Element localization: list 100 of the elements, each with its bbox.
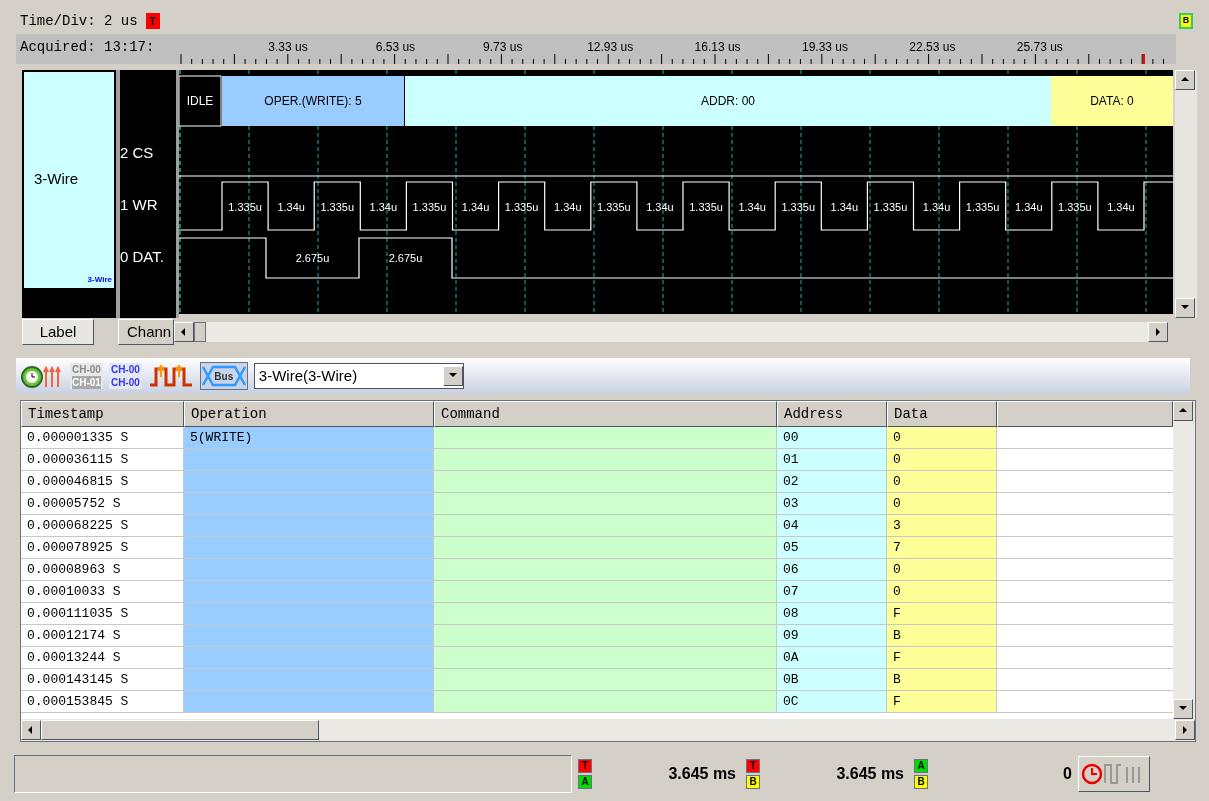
panel-tab[interactable]: Label <box>22 319 94 345</box>
protocol-dropdown[interactable]: 3-Wire(3-Wire) <box>253 363 464 389</box>
column-header[interactable] <box>997 401 1173 427</box>
table-cell: 0 <box>887 471 997 492</box>
channel-name[interactable]: 0 DAT. <box>120 246 176 270</box>
table-vertical-scrollbar[interactable] <box>1173 401 1195 719</box>
pulse-edges-icon[interactable] <box>147 363 194 389</box>
pulse-width-label: 1.335u <box>781 201 816 213</box>
table-cell: 03 <box>777 493 887 514</box>
table-cell: 3 <box>887 515 997 536</box>
clock-icon[interactable] <box>20 363 64 389</box>
marker-badge: A <box>578 775 592 789</box>
dropdown-button[interactable] <box>442 366 463 386</box>
column-header[interactable]: Timestamp <box>21 401 184 427</box>
table-cell: 08 <box>777 603 887 624</box>
table-horizontal-scrollbar[interactable] <box>21 719 1195 741</box>
view-mode-button[interactable] <box>1078 756 1150 792</box>
column-header[interactable]: Command <box>434 401 777 427</box>
time-label: 19.33 us <box>802 39 848 56</box>
channel-label: CH-00 <box>110 363 140 376</box>
scroll-up-button[interactable] <box>1175 70 1195 90</box>
channel-label: CH-00 <box>72 363 101 376</box>
table-cell: 07 <box>777 581 887 602</box>
pulse-width-label: 2.675u <box>388 252 423 264</box>
pulse-width-label: 1.34u <box>922 201 951 213</box>
pulse-width-label: 1.34u <box>461 201 490 213</box>
cursor-b-marker[interactable]: B <box>1179 13 1193 29</box>
bus-label: Bus <box>214 369 234 384</box>
trigger-marker[interactable]: T <box>145 13 160 29</box>
time-per-div-label: Time/Div: 2 us <box>20 11 138 31</box>
column-header[interactable]: Address <box>777 401 887 427</box>
column-header[interactable]: Data <box>887 401 997 427</box>
time-label: 3.33 us <box>268 39 308 56</box>
channel-name[interactable]: 2 CS <box>120 142 176 166</box>
table-cell: 0 <box>887 449 997 470</box>
pulse-width-label: 1.34u <box>369 201 398 213</box>
marker-badge: T <box>746 759 760 773</box>
table-cell: 0 <box>887 427 997 448</box>
table-cell: 06 <box>777 559 887 580</box>
table-cell: 02 <box>777 471 887 492</box>
channel-label: CH-00 <box>110 376 140 389</box>
scroll-down-button[interactable] <box>1175 298 1195 318</box>
scroll-thumb[interactable] <box>194 322 206 342</box>
table-cell: 0A <box>777 647 887 668</box>
pulse-width-label: 1.34u <box>277 201 305 213</box>
scroll-right-button[interactable] <box>1148 322 1168 342</box>
protocol-value: 3-Wire(3-Wire) <box>257 365 359 386</box>
group-label-panel[interactable]: 3-Wire 3-Wire <box>22 70 116 318</box>
panel-tab[interactable]: Chann <box>118 319 174 345</box>
time-readout: 0 <box>1062 764 1072 784</box>
horizontal-scrollbar[interactable] <box>174 322 1168 342</box>
time-label: 6.53 us <box>375 39 416 56</box>
group-name: 3-Wire <box>33 169 80 189</box>
table-cell: 00 <box>777 427 887 448</box>
channel-toggle[interactable]: CH-00 CH-00 <box>108 363 142 389</box>
channel-name[interactable]: 1 WR <box>120 194 176 218</box>
pulse-width-label: 1.335u <box>504 201 539 213</box>
time-label: 16.13 us <box>694 39 741 56</box>
table-cell: 7 <box>887 537 997 558</box>
bus-segment: IDLE <box>179 75 222 127</box>
marker-badge: A <box>914 759 928 773</box>
table-cell: 04 <box>777 515 887 536</box>
table-cell: 0B <box>777 669 887 690</box>
vertical-scrollbar[interactable] <box>1175 70 1197 318</box>
table-cell: 5(WRITE) <box>184 427 434 448</box>
table-cell: 01 <box>777 449 887 470</box>
pulse-width-label: 2.675u <box>295 252 330 264</box>
time-label: 9.73 us <box>483 39 523 56</box>
table-cell: 0 <box>887 559 997 580</box>
scroll-down-button[interactable] <box>1173 699 1193 719</box>
time-label: 25.73 us <box>1016 39 1063 56</box>
table-cell: B <box>887 669 997 690</box>
scroll-left-button[interactable] <box>21 720 41 740</box>
pulse-width-label: 1.34u <box>738 201 766 213</box>
pulse-width-label: 1.34u <box>1015 201 1043 213</box>
pulse-width-label: 1.34u <box>646 201 674 213</box>
pulse-width-label: 1.335u <box>597 201 631 213</box>
pulse-width-label: 1.34u <box>1107 201 1135 213</box>
scroll-up-button[interactable] <box>1173 401 1193 421</box>
bus-icon <box>200 363 247 389</box>
acquired-time-label: Acquired: 13:17: <box>19 38 156 57</box>
channel-label: CH-01 <box>72 376 101 389</box>
table-cell: F <box>887 691 997 712</box>
table-cell: 0 <box>887 493 997 514</box>
bus-button[interactable]: Bus <box>199 362 248 390</box>
pulse-width-label: 1.335u <box>873 201 908 213</box>
time-readout: 3.645 ms <box>835 764 904 784</box>
pulse-width-label: 1.335u <box>412 201 447 213</box>
scroll-right-button[interactable] <box>1175 720 1195 740</box>
time-readout: 3.645 ms <box>667 764 736 784</box>
table-cell: B <box>887 625 997 646</box>
bus-segment: ADDR: 00 <box>405 76 1051 126</box>
pulse-width-label: 1.335u <box>965 201 1000 213</box>
table-cell: 0 <box>887 581 997 602</box>
pulse-width-label: 1.335u <box>320 201 355 213</box>
time-label: 22.53 us <box>909 39 956 56</box>
pulse-width-label: 1.34u <box>554 201 582 213</box>
scroll-left-button[interactable] <box>174 322 194 342</box>
column-header[interactable]: Operation <box>184 401 434 427</box>
bus-segment: OPER.(WRITE): 5 <box>222 76 404 126</box>
